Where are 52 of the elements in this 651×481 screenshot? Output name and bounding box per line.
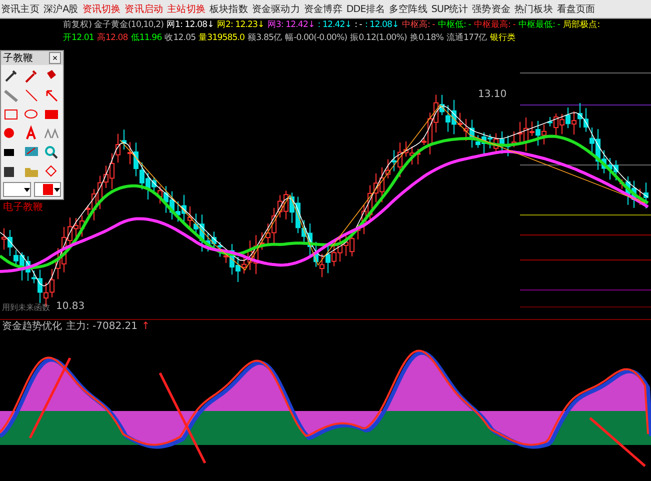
magnifier-icon[interactable]	[43, 144, 60, 160]
caret-icon	[42, 184, 60, 195]
quote-value: 中枢低: -	[438, 19, 471, 32]
quote-value: 中枢最高: -	[474, 19, 516, 32]
quote-value: 银行类	[490, 32, 516, 45]
quote-value: 幅-0.00(-0.00%)	[285, 32, 348, 45]
menu-item[interactable]: 看盘页面	[556, 2, 596, 16]
warning-text: 用到未来函数	[2, 302, 50, 313]
menu-item[interactable]: 热门板块	[514, 2, 553, 16]
quote-value: 开12.01	[63, 32, 94, 45]
menu-item[interactable]: 深沪A股	[43, 2, 78, 16]
quote-value: 局部极点:	[563, 19, 600, 32]
quote-value: 中枢高: -	[402, 19, 435, 32]
indicator-reading: 主力: -7082.21	[66, 320, 138, 333]
menu-item[interactable]: 板块指数	[210, 2, 248, 16]
quote-value: : -	[354, 19, 362, 32]
quote-value: 高12.08	[96, 32, 128, 45]
menu-item[interactable]: 主站切换	[167, 2, 206, 16]
close-button[interactable]: ×	[49, 52, 61, 64]
quote-value: 网2: 12.23↓	[216, 19, 264, 32]
quote-value: 网1: 12.08↓	[166, 19, 214, 32]
quote-value: 振0.12(1.00%)	[350, 32, 407, 45]
menu-item[interactable]: SUP统计	[431, 2, 468, 16]
line-style-dropdown[interactable]	[3, 182, 30, 197]
quote-value: 额3.85亿	[248, 32, 282, 45]
quote-value: : 12.42↓	[318, 19, 352, 32]
quote-value: 网3: 12.42↓	[267, 19, 315, 32]
quote-value: 收12.05	[164, 32, 196, 45]
quote-value: 流通177亿	[446, 32, 488, 45]
menu-item[interactable]: 资金驱动力	[252, 2, 300, 16]
quote-value: : 12.08↓	[364, 19, 399, 32]
quote-value: 前复权) 金子黄金(10,10,2)	[63, 19, 164, 32]
price-label: 13.10	[478, 89, 507, 100]
toolbar-label: 电子教鞭	[2, 200, 44, 215]
line-icon[interactable]	[23, 87, 40, 103]
menu-item[interactable]: 资金博弈	[304, 2, 342, 16]
quote-value: 换0.18%	[410, 32, 444, 45]
menu-item[interactable]: 资讯切换	[82, 2, 121, 16]
quote-value: 中枢最低: -	[518, 19, 560, 32]
quote-value: 量319585.0	[198, 32, 245, 45]
window-title: 子教鞭	[3, 52, 33, 65]
menu-item[interactable]: 强势资金	[472, 2, 511, 16]
menu-item[interactable]: 多空阵线	[389, 2, 428, 16]
menu-item[interactable]: 资讯主页	[1, 2, 40, 16]
caret-icon	[24, 188, 30, 192]
color-dropdown[interactable]	[34, 182, 61, 197]
price-label: 10.83	[56, 301, 85, 312]
indicator-name: 资金趋势优化	[2, 320, 62, 333]
menu-item[interactable]: 资讯启动	[124, 2, 164, 16]
menu-item[interactable]: DDE排名	[346, 2, 385, 16]
quote-value: 低11.96	[130, 32, 162, 45]
trend-arrow: ↑	[142, 320, 150, 333]
